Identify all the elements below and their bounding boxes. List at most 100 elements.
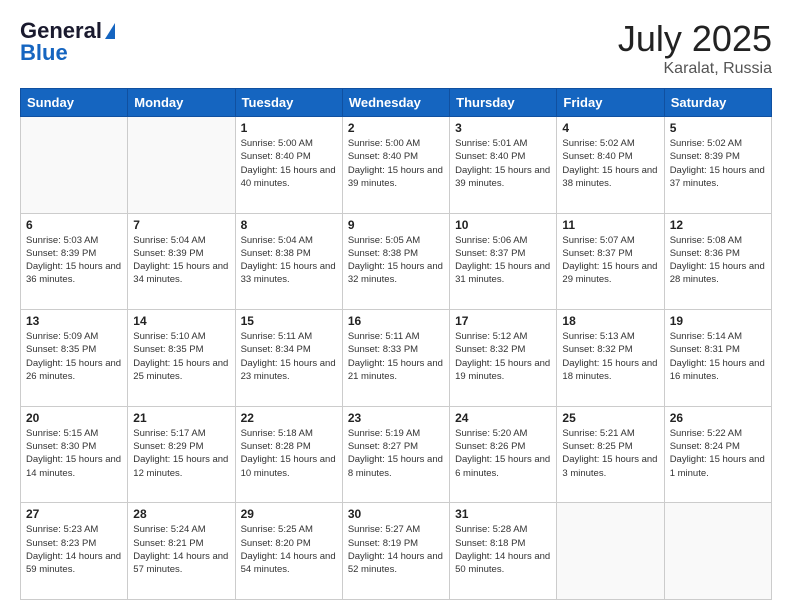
day-number: 3 — [455, 121, 551, 135]
day-number: 26 — [670, 411, 766, 425]
day-info: Sunrise: 5:17 AMSunset: 8:29 PMDaylight:… — [133, 427, 229, 480]
day-number: 6 — [26, 218, 122, 232]
day-number: 25 — [562, 411, 658, 425]
title-area: July 2025 Karalat, Russia — [618, 18, 772, 78]
day-number: 21 — [133, 411, 229, 425]
calendar-cell: 10Sunrise: 5:06 AMSunset: 8:37 PMDayligh… — [450, 213, 557, 310]
calendar-week-1: 6 Sunrise: 5:03 AMSunset: 8:39 PMDaylight… — [21, 213, 772, 310]
day-info: Sunrise: 5:01 AMSunset: 8:40 PMDaylight:… — [455, 137, 551, 190]
calendar-cell: 17 Sunrise: 5:12 AMSunset: 8:32 PMDayligh… — [450, 310, 557, 407]
calendar-cell: 8Sunrise: 5:04 AMSunset: 8:38 PMDaylight… — [235, 213, 342, 310]
day-number: 13 — [26, 314, 122, 328]
day-info: Sunrise: 5:20 AMSunset: 8:26 PMDaylight:… — [455, 427, 551, 480]
calendar-cell: 21 Sunrise: 5:17 AMSunset: 8:29 PMDayligh… — [128, 406, 235, 503]
calendar-cell: 5 Sunrise: 5:02 AMSunset: 8:39 PMDaylight… — [664, 117, 771, 214]
day-number: 19 — [670, 314, 766, 328]
calendar-cell: 13 Sunrise: 5:09 AMSunset: 8:35 PMDayligh… — [21, 310, 128, 407]
day-info: Sunrise: 5:13 AMSunset: 8:32 PMDaylight:… — [562, 330, 658, 383]
day-number: 28 — [133, 507, 229, 521]
day-info: Sunrise: 5:08 AMSunset: 8:36 PMDaylight:… — [670, 234, 766, 287]
day-info: Sunrise: 5:03 AMSunset: 8:39 PMDaylight:… — [26, 234, 122, 287]
month-title: July 2025 — [618, 18, 772, 60]
day-info: Sunrise: 5:02 AMSunset: 8:39 PMDaylight:… — [670, 137, 766, 190]
day-header-wednesday: Wednesday — [342, 89, 449, 117]
day-number: 30 — [348, 507, 444, 521]
day-number: 11 — [562, 218, 658, 232]
day-number: 10 — [455, 218, 551, 232]
calendar-cell: 18 Sunrise: 5:13 AMSunset: 8:32 PMDayligh… — [557, 310, 664, 407]
day-info: Sunrise: 5:11 AMSunset: 8:34 PMDaylight:… — [241, 330, 337, 383]
day-info: Sunrise: 5:09 AMSunset: 8:35 PMDaylight:… — [26, 330, 122, 383]
calendar-cell: 27Sunrise: 5:23 AMSunset: 8:23 PMDayligh… — [21, 503, 128, 600]
day-info: Sunrise: 5:07 AMSunset: 8:37 PMDaylight:… — [562, 234, 658, 287]
calendar-cell: 24 Sunrise: 5:20 AMSunset: 8:26 PMDayligh… — [450, 406, 557, 503]
calendar-cell: 12Sunrise: 5:08 AMSunset: 8:36 PMDayligh… — [664, 213, 771, 310]
day-number: 29 — [241, 507, 337, 521]
day-info: Sunrise: 5:00 AMSunset: 8:40 PMDaylight:… — [241, 137, 337, 190]
day-number: 15 — [241, 314, 337, 328]
calendar-cell: 6 Sunrise: 5:03 AMSunset: 8:39 PMDaylight… — [21, 213, 128, 310]
day-info: Sunrise: 5:04 AMSunset: 8:39 PMDaylight:… — [133, 234, 229, 287]
header: General Blue July 2025 Karalat, Russia — [20, 18, 772, 78]
day-info: Sunrise: 5:15 AMSunset: 8:30 PMDaylight:… — [26, 427, 122, 480]
page: General Blue July 2025 Karalat, Russia S… — [0, 0, 792, 612]
calendar-cell: 26 Sunrise: 5:22 AMSunset: 8:24 PMDayligh… — [664, 406, 771, 503]
day-number: 20 — [26, 411, 122, 425]
day-number: 1 — [241, 121, 337, 135]
calendar-cell: 28 Sunrise: 5:24 AMSunset: 8:21 PMDayligh… — [128, 503, 235, 600]
logo: General Blue — [20, 18, 115, 66]
calendar-cell: 11 Sunrise: 5:07 AMSunset: 8:37 PMDayligh… — [557, 213, 664, 310]
calendar-cell: 29Sunrise: 5:25 AMSunset: 8:20 PMDayligh… — [235, 503, 342, 600]
day-number: 5 — [670, 121, 766, 135]
location-title: Karalat, Russia — [618, 60, 772, 78]
calendar-cell: 1 Sunrise: 5:00 AMSunset: 8:40 PMDaylight… — [235, 117, 342, 214]
day-number: 14 — [133, 314, 229, 328]
calendar-week-2: 13 Sunrise: 5:09 AMSunset: 8:35 PMDayligh… — [21, 310, 772, 407]
calendar-cell — [21, 117, 128, 214]
day-info: Sunrise: 5:14 AMSunset: 8:31 PMDaylight:… — [670, 330, 766, 383]
day-number: 2 — [348, 121, 444, 135]
day-header-sunday: Sunday — [21, 89, 128, 117]
day-header-tuesday: Tuesday — [235, 89, 342, 117]
calendar-week-3: 20 Sunrise: 5:15 AMSunset: 8:30 PMDayligh… — [21, 406, 772, 503]
calendar-cell: 23Sunrise: 5:19 AMSunset: 8:27 PMDayligh… — [342, 406, 449, 503]
day-info: Sunrise: 5:10 AMSunset: 8:35 PMDaylight:… — [133, 330, 229, 383]
calendar: SundayMondayTuesdayWednesdayThursdayFrid… — [20, 88, 772, 600]
calendar-cell: 3 Sunrise: 5:01 AMSunset: 8:40 PMDaylight… — [450, 117, 557, 214]
calendar-cell: 31Sunrise: 5:28 AMSunset: 8:18 PMDayligh… — [450, 503, 557, 600]
calendar-cell: 15 Sunrise: 5:11 AMSunset: 8:34 PMDayligh… — [235, 310, 342, 407]
day-info: Sunrise: 5:21 AMSunset: 8:25 PMDaylight:… — [562, 427, 658, 480]
day-info: Sunrise: 5:22 AMSunset: 8:24 PMDaylight:… — [670, 427, 766, 480]
day-info: Sunrise: 5:02 AMSunset: 8:40 PMDaylight:… — [562, 137, 658, 190]
day-info: Sunrise: 5:18 AMSunset: 8:28 PMDaylight:… — [241, 427, 337, 480]
day-header-friday: Friday — [557, 89, 664, 117]
day-number: 7 — [133, 218, 229, 232]
day-info: Sunrise: 5:27 AMSunset: 8:19 PMDaylight:… — [348, 523, 444, 576]
calendar-cell — [128, 117, 235, 214]
day-number: 24 — [455, 411, 551, 425]
calendar-header-row: SundayMondayTuesdayWednesdayThursdayFrid… — [21, 89, 772, 117]
calendar-cell — [557, 503, 664, 600]
day-info: Sunrise: 5:12 AMSunset: 8:32 PMDaylight:… — [455, 330, 551, 383]
day-number: 17 — [455, 314, 551, 328]
day-number: 18 — [562, 314, 658, 328]
day-header-thursday: Thursday — [450, 89, 557, 117]
calendar-cell: 9 Sunrise: 5:05 AMSunset: 8:38 PMDaylight… — [342, 213, 449, 310]
day-number: 9 — [348, 218, 444, 232]
day-number: 16 — [348, 314, 444, 328]
day-info: Sunrise: 5:24 AMSunset: 8:21 PMDaylight:… — [133, 523, 229, 576]
logo-triangle — [105, 23, 115, 39]
day-number: 23 — [348, 411, 444, 425]
calendar-cell: 22Sunrise: 5:18 AMSunset: 8:28 PMDayligh… — [235, 406, 342, 503]
day-info: Sunrise: 5:05 AMSunset: 8:38 PMDaylight:… — [348, 234, 444, 287]
calendar-cell: 20 Sunrise: 5:15 AMSunset: 8:30 PMDayligh… — [21, 406, 128, 503]
calendar-cell — [664, 503, 771, 600]
day-number: 4 — [562, 121, 658, 135]
day-info: Sunrise: 5:11 AMSunset: 8:33 PMDaylight:… — [348, 330, 444, 383]
day-info: Sunrise: 5:28 AMSunset: 8:18 PMDaylight:… — [455, 523, 551, 576]
day-info: Sunrise: 5:23 AMSunset: 8:23 PMDaylight:… — [26, 523, 122, 576]
day-number: 8 — [241, 218, 337, 232]
calendar-week-4: 27Sunrise: 5:23 AMSunset: 8:23 PMDayligh… — [21, 503, 772, 600]
calendar-cell: 4 Sunrise: 5:02 AMSunset: 8:40 PMDaylight… — [557, 117, 664, 214]
calendar-cell: 30 Sunrise: 5:27 AMSunset: 8:19 PMDayligh… — [342, 503, 449, 600]
